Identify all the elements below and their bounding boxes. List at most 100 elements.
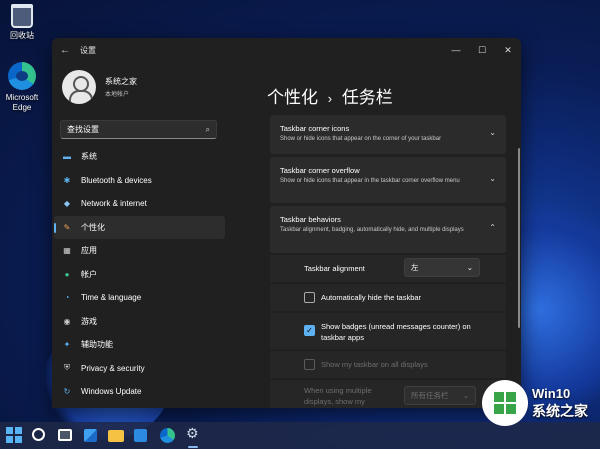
display-icon: ▬ [63, 152, 71, 162]
window-title: 设置 [80, 45, 96, 55]
sidebar-item-network[interactable]: ◆ Network & internet [54, 192, 225, 216]
all-displays-checkbox[interactable] [304, 359, 315, 370]
scrollbar[interactable] [518, 148, 520, 328]
desktop-icon-recycle-bin[interactable]: 回收站 [0, 4, 44, 41]
taskbar-alignment-label: Taskbar alignment [304, 264, 365, 273]
win10-logo-icon [482, 380, 528, 426]
active-app-indicator [188, 446, 198, 448]
card-title: Taskbar behaviors [280, 215, 341, 224]
sidebar-item-label: 游戏 [81, 316, 97, 326]
gamepad-icon: ◉ [63, 316, 71, 326]
sidebar-item-label: Time & language [81, 293, 142, 303]
desktop-icon-edge[interactable]: Microsoft Edge [0, 62, 44, 113]
page-title: 个性化 › 任务栏 [267, 83, 393, 108]
bluetooth-icon: ✱ [63, 175, 71, 185]
file-explorer-icon[interactable] [108, 430, 124, 442]
card-subtitle: Taskbar alignment, badging, automaticall… [280, 227, 464, 233]
taskbar: ⚙ [0, 422, 600, 449]
store-icon[interactable] [134, 429, 147, 442]
card-title: Taskbar corner overflow [280, 166, 360, 175]
search-icon: ⌕ [205, 124, 210, 134]
card-subtitle: Show or hide icons that appear on the co… [280, 136, 442, 142]
minimize-button[interactable]: — [443, 38, 469, 62]
settings-gear-icon[interactable]: ⚙ [186, 425, 202, 441]
shield-icon: ⛨ [64, 363, 70, 373]
profile[interactable]: 系统之家 本地帐户 [62, 70, 137, 104]
desktop-icon-label: Microsoft Edge [5, 93, 39, 112]
card-title: Taskbar corner icons [280, 124, 350, 133]
taskbar-alignment-select[interactable]: 左 ⌄ [404, 258, 480, 277]
multi-display-select[interactable]: 所有任务栏 ⌄ [404, 386, 476, 405]
card-corner-overflow[interactable]: Taskbar corner overflow Show or hide ico… [270, 157, 506, 203]
edge-icon[interactable] [160, 428, 175, 443]
auto-hide-label: Automatically hide the taskbar [321, 293, 422, 302]
profile-name: 系统之家 [105, 77, 137, 86]
accessibility-icon: ✦ [63, 340, 71, 350]
card-taskbar-behaviors[interactable]: Taskbar behaviors Taskbar alignment, bad… [270, 206, 506, 253]
search-placeholder: 查找设置 [67, 125, 99, 134]
sidebar-item-label: Network & internet [81, 199, 147, 209]
auto-hide-checkbox[interactable] [304, 292, 315, 303]
maximize-button[interactable]: ☐ [469, 38, 495, 62]
sidebar-item-label: 系统 [81, 152, 97, 162]
start-button[interactable] [6, 427, 22, 443]
sidebar-item-label: 个性化 [81, 222, 105, 232]
recycle-bin-icon [11, 4, 33, 28]
sidebar-item-apps[interactable]: ▦ 应用 [54, 239, 225, 263]
card-corner-icons[interactable]: Taskbar corner icons Show or hide icons … [270, 115, 506, 154]
sidebar-item-label: 应用 [81, 246, 97, 256]
watermark-line2: 系统之家 [532, 402, 588, 419]
taskbar-alignment-value: 左 [411, 263, 419, 272]
sidebar-item-label: Bluetooth & devices [81, 175, 152, 185]
sidebar-item-time-language[interactable]: ◔ Time & language [54, 286, 225, 310]
sidebar-item-personalization[interactable]: ✎ 个性化 [54, 215, 225, 239]
sidebar-item-label: 帐户 [81, 269, 97, 279]
sidebar-item-accounts[interactable]: ● 帐户 [54, 263, 225, 287]
sidebar-item-system[interactable]: ▬ 系统 [54, 145, 225, 169]
close-button[interactable]: ✕ [495, 38, 521, 62]
avatar [62, 70, 96, 104]
desktop-icon-label: 回收站 [10, 31, 34, 40]
update-icon: ↻ [63, 387, 71, 397]
watermark-line1: Win10 [532, 385, 571, 401]
settings-window: ← 设置 — ☐ ✕ 系统之家 本地帐户 查找设置 ⌕ ▬ 系统 ✱ Bluetoo… [52, 38, 521, 408]
back-arrow-icon[interactable]: ← [60, 45, 74, 56]
sidebar-item-windows-update[interactable]: ↻ Windows Update [54, 380, 225, 404]
chevron-down-icon: ⌄ [462, 391, 469, 400]
breadcrumb-parent[interactable]: 个性化 [267, 88, 318, 107]
person-icon: ● [64, 269, 70, 279]
multi-display-value: 所有任务栏 [411, 391, 449, 400]
all-displays-label: Show my taskbar on all displays [321, 360, 428, 369]
sidebar-nav: ▬ 系统 ✱ Bluetooth & devices ◆ Network & inte… [54, 145, 225, 404]
sidebar-item-label: Privacy & security [81, 363, 145, 373]
card-subtitle: Show or hide icons that appear in the ta… [280, 178, 460, 184]
multi-display-row: When using multiple displays, show my 所有… [270, 380, 506, 408]
network-icon: ◆ [63, 199, 71, 209]
apps-icon: ▦ [63, 246, 71, 256]
sidebar-item-bluetooth[interactable]: ✱ Bluetooth & devices [54, 169, 225, 193]
badges-label: Show badges (unread messages counter) on… [321, 322, 471, 342]
sidebar-item-label: 辅助功能 [81, 340, 113, 350]
sidebar-item-gaming[interactable]: ◉ 游戏 [54, 310, 225, 334]
title-bar: ← 设置 — ☐ ✕ [52, 38, 521, 62]
globe-clock-icon: ◔ [64, 293, 70, 303]
widgets-icon[interactable] [84, 429, 97, 442]
breadcrumb-current: 任务栏 [341, 88, 393, 107]
chevron-down-icon: ⌄ [489, 174, 496, 183]
breadcrumb-separator-icon: › [327, 91, 333, 106]
brush-icon: ✎ [63, 222, 71, 232]
edge-icon [8, 62, 36, 90]
search-icon[interactable] [32, 428, 45, 441]
chevron-up-icon: ⌃ [489, 223, 496, 232]
task-view-icon[interactable] [58, 429, 72, 441]
auto-hide-row: Automatically hide the taskbar [270, 284, 506, 311]
profile-account-type: 本地帐户 [105, 92, 130, 98]
taskbar-alignment-row: Taskbar alignment 左 ⌄ [270, 255, 506, 282]
sidebar-item-privacy[interactable]: ⛨ Privacy & security [54, 357, 225, 381]
sidebar-item-accessibility[interactable]: ✦ 辅助功能 [54, 333, 225, 357]
all-displays-row: Show my taskbar on all displays [270, 351, 506, 378]
settings-search-input[interactable]: 查找设置 ⌕ [60, 120, 217, 139]
badges-checkbox[interactable]: ✓ [304, 325, 315, 336]
sidebar-item-label: Windows Update [81, 387, 142, 397]
badges-row: ✓ Show badges (unread messages counter) … [270, 313, 506, 349]
